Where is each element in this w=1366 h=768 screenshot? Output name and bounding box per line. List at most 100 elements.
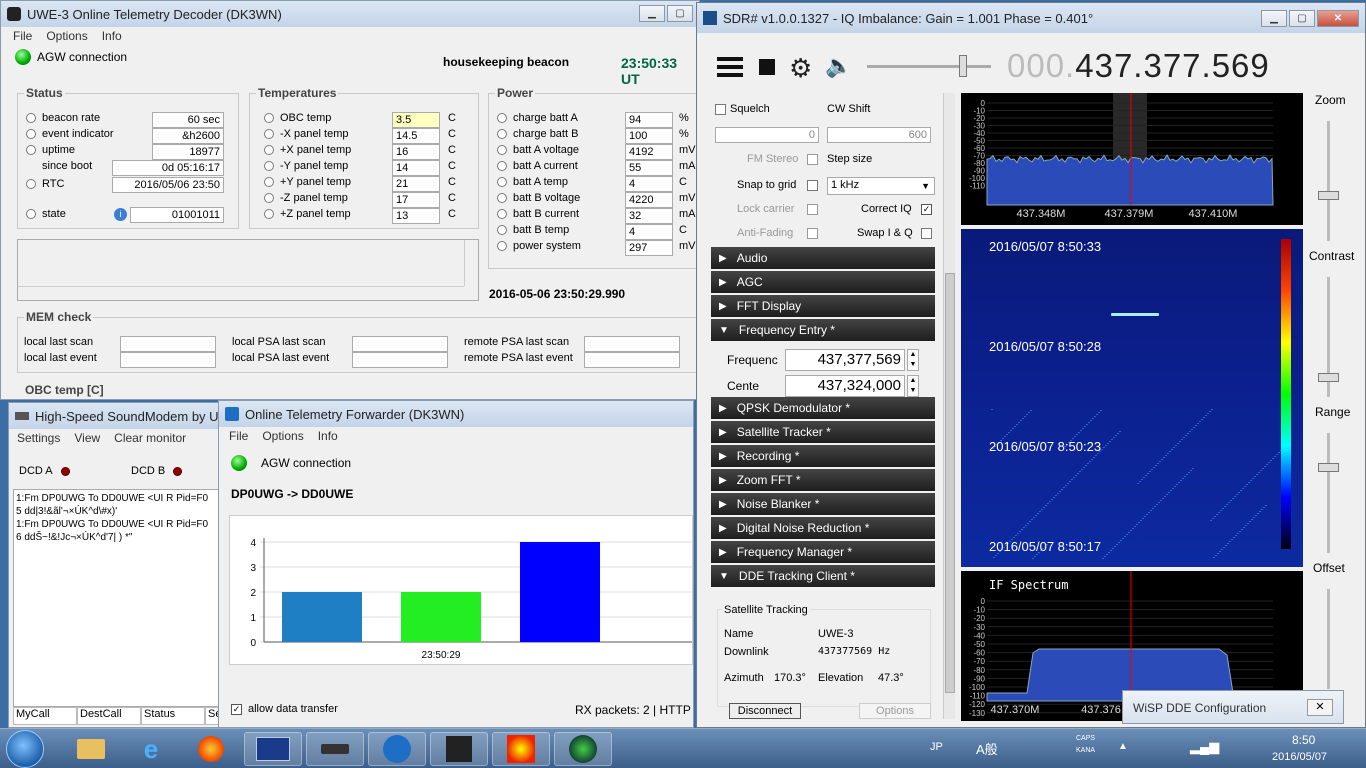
scrollbar-thumb[interactable] xyxy=(945,273,955,693)
radio-power[interactable] xyxy=(497,193,507,203)
spectrum-display[interactable]: 0 -10 -20 -30 -40 -50 -60 -70 -80 -90 -100 -110 437.… xyxy=(961,93,1303,225)
offset-slider[interactable] xyxy=(1327,589,1330,689)
options-button[interactable]: Options xyxy=(859,703,931,719)
volume-slider[interactable] xyxy=(867,55,991,77)
sdr-titlebar[interactable]: SDR# v1.0.0.1327 - IQ Imbalance: Gain = … xyxy=(697,3,1365,33)
wisp-dde-window[interactable]: WiSP DDE Configuration ✕ xyxy=(1122,690,1344,724)
menu-file[interactable]: File xyxy=(229,429,248,443)
panel-header[interactable]: ▶ Digital Noise Reduction * xyxy=(711,517,935,539)
modem-task-icon[interactable] xyxy=(306,732,364,766)
scrollbar-vertical[interactable] xyxy=(464,240,478,286)
panel-header[interactable]: ▶ Satellite Tracker * xyxy=(711,421,935,443)
correctiq-checkbox[interactable]: ✓ xyxy=(921,204,932,215)
maximize-button[interactable]: ▢ xyxy=(667,5,693,22)
radio-temp[interactable] xyxy=(264,177,274,187)
contrast-slider[interactable] xyxy=(1318,277,1339,397)
radio-event-indicator[interactable] xyxy=(26,129,36,139)
panel-header[interactable]: ▶ QPSK Demodulator * xyxy=(711,397,935,419)
maximize-button[interactable]: ▢ xyxy=(1289,10,1315,27)
ie-icon[interactable]: e xyxy=(122,732,180,766)
disconnect-button[interactable]: Disconnect xyxy=(729,703,801,719)
zoom-thumb[interactable] xyxy=(1318,191,1339,200)
contrast-thumb[interactable] xyxy=(1318,373,1339,382)
panel-header[interactable]: ▶ Recording * xyxy=(711,445,935,467)
decoder-titlebar[interactable]: UWE-3 Online Telemetry Decoder (DK3WN) ▁… xyxy=(1,1,699,27)
menu-clear-monitor[interactable]: Clear monitor xyxy=(114,431,186,445)
info-icon[interactable]: i xyxy=(114,208,127,221)
radio-power[interactable] xyxy=(497,225,507,235)
minimize-button[interactable]: ▁ xyxy=(1261,10,1287,27)
range-thumb[interactable] xyxy=(1318,463,1339,472)
menu-info[interactable]: Info xyxy=(102,29,122,43)
panel-header[interactable]: ▼ DDE Tracking Client * xyxy=(711,565,935,587)
range-slider[interactable] xyxy=(1318,433,1339,553)
decoder-task-icon[interactable] xyxy=(430,732,488,766)
waterfall-display[interactable]: 2016/05/07 8:50:33 2016/05/07 8:50:28 2016… xyxy=(961,229,1303,567)
radio-power[interactable] xyxy=(497,129,507,139)
step-size-select[interactable]: 1 kHz ▼ xyxy=(827,177,935,195)
panel-header[interactable]: ▶ Frequency Manager * xyxy=(711,541,935,563)
network-icon[interactable]: ▂▄▆ xyxy=(1190,739,1219,755)
forwarder-task-icon[interactable] xyxy=(368,732,426,766)
gear-icon[interactable]: ⚙ xyxy=(789,53,812,84)
soundmodem-titlebar[interactable]: High-Speed SoundModem by UZ xyxy=(9,403,229,429)
radio-rtc[interactable] xyxy=(26,179,36,189)
fmstereo-checkbox[interactable] xyxy=(807,154,818,165)
radio-power[interactable] xyxy=(497,161,507,171)
minimize-button[interactable]: ▁ xyxy=(639,5,665,22)
radio-beacon-rate[interactable] xyxy=(26,113,36,123)
monitor-text[interactable]: 1:Fm DP0UWG To DD0UWE <UI R Pid=F0 5 dd|… xyxy=(13,489,225,707)
explorer-icon[interactable] xyxy=(62,732,120,766)
forwarder-titlebar[interactable]: Online Telemetry Forwarder (DK3WN) xyxy=(219,401,693,427)
ime-indicator[interactable]: A般 xyxy=(976,739,998,758)
squelch-checkbox[interactable] xyxy=(715,103,726,115)
lang-indicator[interactable]: JP xyxy=(930,741,943,753)
col-destcall[interactable]: DestCall xyxy=(77,707,141,725)
lock-checkbox[interactable] xyxy=(807,204,818,215)
radio-temp[interactable] xyxy=(264,209,274,219)
center-spinner-icon[interactable]: ▲ ▼ xyxy=(907,375,919,397)
panel-header[interactable]: ▶ Audio xyxy=(711,247,935,269)
radio-power[interactable] xyxy=(497,145,507,155)
sdr-task-icon[interactable] xyxy=(492,732,550,766)
panel-header[interactable]: ▶ FFT Display xyxy=(711,295,935,317)
panel-scrollbar[interactable] xyxy=(943,93,955,719)
frequency-input[interactable]: 437,377,569 xyxy=(785,349,905,371)
menu-icon[interactable] xyxy=(717,57,743,77)
soundmodem-task-icon[interactable] xyxy=(244,732,302,766)
freq-spinner-icon[interactable]: ▲ ▼ xyxy=(907,349,919,371)
squelch-value[interactable]: 0 xyxy=(715,127,819,143)
scrollbar-horizontal[interactable] xyxy=(18,286,464,300)
radio-uptime[interactable] xyxy=(26,145,36,155)
radio-temp[interactable] xyxy=(264,161,274,171)
radio-power[interactable] xyxy=(497,177,507,187)
menu-info[interactable]: Info xyxy=(318,429,338,443)
volume-thumb[interactable] xyxy=(959,55,967,77)
radio-temp[interactable] xyxy=(264,145,274,155)
snap-checkbox[interactable] xyxy=(807,180,818,191)
col-mycall[interactable]: MyCall xyxy=(13,707,77,725)
menu-file[interactable]: File xyxy=(13,29,32,43)
menu-options[interactable]: Options xyxy=(46,29,87,43)
start-button[interactable] xyxy=(6,730,44,768)
panel-header[interactable]: ▶ AGC xyxy=(711,271,935,293)
speaker-icon[interactable]: 🔈 xyxy=(825,53,852,79)
frequency-display[interactable]: 000.437.377.569 xyxy=(1007,47,1270,85)
radio-power[interactable] xyxy=(497,113,507,123)
radio-power[interactable] xyxy=(497,209,507,219)
menu-settings[interactable]: Settings xyxy=(17,431,60,445)
center-input[interactable]: 437,324,000 xyxy=(785,375,905,397)
wisp-task-icon[interactable] xyxy=(554,732,612,766)
clock-date[interactable]: 2016/05/07 xyxy=(1272,751,1327,763)
swapiq-checkbox[interactable] xyxy=(921,228,932,239)
stop-icon[interactable] xyxy=(759,59,775,75)
panel-header[interactable]: ▼ Frequency Entry * xyxy=(711,319,935,341)
close-icon[interactable]: ✕ xyxy=(1307,699,1333,716)
radio-temp[interactable] xyxy=(264,193,274,203)
radio-state[interactable] xyxy=(26,209,36,219)
panel-header[interactable]: ▶ Noise Blanker * xyxy=(711,493,935,515)
panel-header[interactable]: ▶ Zoom FFT * xyxy=(711,469,935,491)
clock-time[interactable]: 8:50 xyxy=(1292,733,1315,747)
firefox-icon[interactable] xyxy=(182,732,240,766)
zoom-slider[interactable] xyxy=(1318,121,1339,241)
